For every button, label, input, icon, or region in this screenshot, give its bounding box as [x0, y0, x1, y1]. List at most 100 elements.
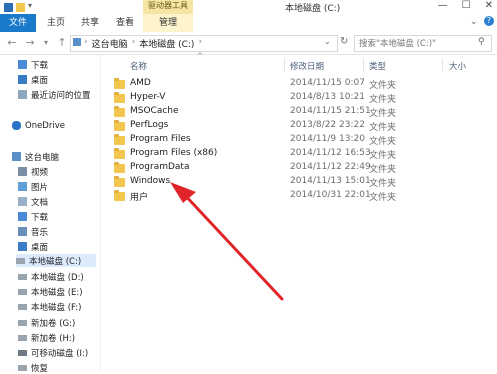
nav-documents[interactable]: 文档	[18, 195, 48, 208]
file-row[interactable]: Windows 2014/11/13 15:01 文件夹	[114, 176, 454, 189]
column-type[interactable]: 类型	[369, 60, 386, 72]
file-row[interactable]: Program Files 2014/11/9 13:20 文件夹	[114, 134, 454, 147]
column-date[interactable]: 修改日期	[290, 60, 324, 72]
nav-drive-d[interactable]: 本地磁盘 (D:)	[18, 270, 84, 283]
nav-recent[interactable]: 最近访问的位置	[18, 88, 91, 101]
nav-label: 图片	[31, 182, 49, 193]
nav-music[interactable]: 音乐	[18, 225, 48, 238]
dropdown-icon[interactable]: ▾	[28, 1, 32, 12]
breadcrumb-separator: ›	[131, 37, 136, 47]
drive-icon	[18, 288, 27, 295]
nav-this-pc[interactable]: 这台电脑	[12, 150, 59, 163]
file-row[interactable]: ProgramData 2014/11/12 22:49 文件夹	[114, 162, 454, 175]
file-type: 文件夹	[369, 193, 397, 203]
file-row[interactable]: PerfLogs 2013/8/22 23:22 文件夹	[114, 120, 454, 133]
folder-icon[interactable]	[16, 3, 25, 12]
nav-drive-i[interactable]: 可移动磁盘 (I:)	[18, 346, 88, 359]
computer-icon	[12, 152, 21, 161]
explorer-icon	[4, 3, 13, 12]
column-name[interactable]: 名称	[130, 60, 147, 72]
file-row[interactable]: AMD 2014/11/15 0:07 文件夹	[114, 78, 454, 91]
tab-file[interactable]: 文件	[0, 14, 36, 32]
nav-onedrive[interactable]: OneDrive	[12, 119, 65, 132]
nav-downloads[interactable]: 下载	[18, 58, 48, 71]
file-type: 文件夹	[369, 137, 397, 147]
nav-label: 桌面	[31, 75, 49, 86]
breadcrumb-separator: ›	[84, 37, 88, 47]
nav-drive-f[interactable]: 本地磁盘 (F:)	[18, 300, 81, 313]
file-row[interactable]: MSOCache 2014/11/15 21:51 文件夹	[114, 106, 454, 119]
file-type: 文件夹	[369, 165, 397, 175]
close-button[interactable]: ✕	[485, 0, 493, 14]
breadcrumb: › 这台电脑 › 本地磁盘 (C:) ›	[84, 37, 202, 50]
nav-drive-g[interactable]: 新加卷 (G:)	[18, 316, 75, 329]
arrow-shaft	[180, 190, 284, 301]
title-bar	[0, 0, 497, 14]
folder-icon	[114, 190, 125, 201]
nav-desktop[interactable]: 桌面	[18, 73, 48, 86]
tab-view[interactable]: 查看	[116, 14, 134, 32]
tab-manage[interactable]: 管理	[143, 14, 193, 32]
file-row[interactable]: 用户 2014/10/31 22:01 文件夹	[114, 190, 454, 203]
column-divider[interactable]	[363, 58, 364, 72]
nav-pc-downloads[interactable]: 下载	[18, 210, 48, 223]
recent-locations-icon[interactable]: ▾	[40, 36, 52, 50]
column-divider[interactable]	[442, 58, 443, 72]
file-date: 2014/11/12 16:53	[290, 148, 371, 158]
recent-icon	[18, 90, 27, 99]
file-type: 文件夹	[369, 123, 397, 133]
breadcrumb-drive[interactable]: 本地磁盘 (C:)	[139, 37, 194, 50]
download-icon	[18, 212, 27, 221]
nav-label: 新加卷 (G:)	[31, 318, 76, 329]
document-icon	[18, 197, 27, 206]
nav-pictures[interactable]: 图片	[18, 180, 48, 193]
nav-label: 本地磁盘 (C:)	[29, 256, 82, 267]
computer-icon	[73, 38, 81, 46]
file-row[interactable]: Program Files (x86) 2014/11/12 16:53 文件夹	[114, 148, 454, 161]
file-name: Windows	[130, 176, 171, 186]
nav-drive-h[interactable]: 新加卷 (H:)	[18, 331, 75, 344]
expand-ribbon-icon[interactable]: ⌄	[470, 17, 478, 27]
nav-drive-c[interactable]: 本地磁盘 (C:)	[16, 254, 96, 267]
nav-videos[interactable]: 视频	[18, 165, 48, 178]
minimize-button[interactable]: —	[438, 0, 448, 14]
nav-label: 下载	[31, 212, 49, 223]
tab-home[interactable]: 主页	[47, 14, 65, 32]
file-date: 2014/10/31 22:01	[290, 190, 371, 200]
address-dropdown-icon[interactable]: ⌄	[324, 37, 331, 46]
folder-icon	[114, 78, 125, 89]
column-divider[interactable]	[284, 58, 285, 72]
nav-label: OneDrive	[25, 120, 65, 131]
nav-recovery[interactable]: 恢复	[18, 361, 48, 374]
up-button[interactable]: ↑	[56, 36, 68, 50]
tab-share[interactable]: 共享	[81, 14, 99, 32]
back-button[interactable]: ←	[6, 36, 18, 50]
drive-icon	[18, 273, 27, 280]
nav-drive-e[interactable]: 本地磁盘 (E:)	[18, 285, 83, 298]
context-tab-header: 驱动器工具	[143, 0, 193, 14]
help-icon[interactable]: ?	[484, 16, 494, 26]
breadcrumb-pc[interactable]: 这台电脑	[92, 37, 128, 50]
nav-label: 本地磁盘 (F:)	[31, 302, 82, 313]
pane-splitter[interactable]	[100, 55, 101, 371]
column-size[interactable]: 大小	[449, 60, 466, 72]
file-row[interactable]: Hyper-V 2014/8/13 10:21 文件夹	[114, 92, 454, 105]
cloud-icon	[12, 121, 21, 130]
nav-pc-desktop[interactable]: 桌面	[18, 240, 48, 253]
file-type: 文件夹	[369, 81, 397, 91]
picture-icon	[18, 182, 27, 191]
window-controls: — ☐ ✕	[438, 0, 493, 14]
search-icon[interactable]: ⚲	[478, 37, 485, 47]
file-name: ProgramData	[130, 162, 190, 172]
folder-icon	[114, 162, 125, 173]
maximize-button[interactable]: ☐	[462, 0, 471, 14]
forward-button[interactable]: →	[24, 36, 36, 50]
file-date: 2014/11/13 15:01	[290, 176, 371, 186]
removable-drive-icon	[18, 349, 27, 356]
refresh-icon[interactable]: ↻	[340, 36, 348, 47]
folder-icon	[114, 92, 125, 103]
music-icon	[18, 227, 27, 236]
nav-label: 恢复	[31, 363, 49, 374]
nav-label: 视频	[31, 167, 49, 178]
file-name: Program Files (x86)	[130, 148, 218, 158]
